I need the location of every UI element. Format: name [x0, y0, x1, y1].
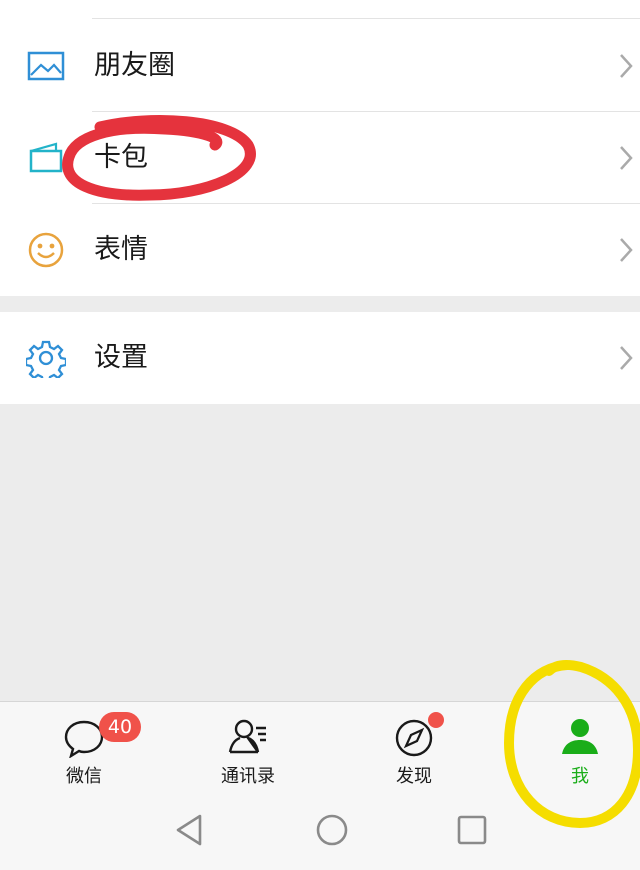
menu-item-label: 设置: [94, 342, 148, 373]
moments-image-icon: [26, 46, 66, 86]
menu-item-label: 朋友圈: [94, 50, 175, 81]
red-annotation-circle: [62, 115, 256, 201]
smiley-face-icon: [26, 230, 66, 270]
tab-chats[interactable]: 40 微信: [4, 702, 164, 797]
yellow-annotation-circle: [504, 659, 640, 828]
tab-label: 通讯录: [221, 766, 275, 787]
gear-icon: [24, 338, 68, 384]
home-circle-icon[interactable]: [310, 808, 354, 852]
tab-contacts[interactable]: 通讯录: [168, 702, 328, 797]
menu-item-label: 表情: [94, 234, 148, 265]
chevron-right-icon: [618, 52, 634, 80]
menu-item-stickers[interactable]: 表情: [0, 204, 640, 296]
divider: [92, 18, 640, 19]
menu-item-moments[interactable]: 朋友圈: [0, 20, 640, 112]
new-content-dot: [428, 712, 444, 728]
back-triangle-icon[interactable]: [168, 808, 212, 852]
tab-label: 发现: [396, 766, 432, 787]
top-strip: [0, 0, 640, 20]
unread-count-badge: 40: [99, 712, 141, 742]
chevron-right-icon: [618, 144, 634, 172]
chevron-right-icon: [618, 344, 634, 372]
recents-square-icon[interactable]: [450, 808, 494, 852]
contacts-icon: [226, 714, 270, 758]
tab-discover[interactable]: 发现: [334, 702, 494, 797]
menu-item-settings[interactable]: 设置: [0, 312, 640, 404]
tab-label: 微信: [66, 766, 102, 787]
chevron-right-icon: [618, 236, 634, 264]
